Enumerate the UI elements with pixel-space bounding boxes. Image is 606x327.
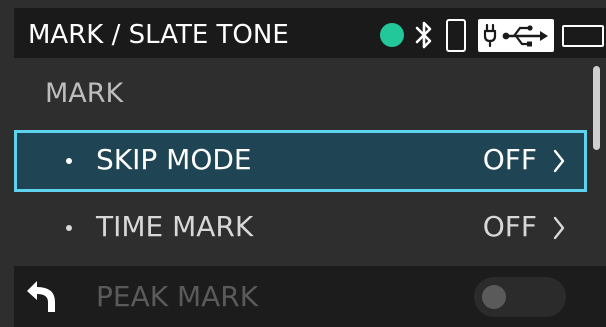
- phone-icon: [446, 19, 466, 52]
- menu-item-skip-mode[interactable]: SKIP MODE OFF: [14, 130, 587, 192]
- menu-item-label: SKIP MODE: [96, 143, 252, 176]
- chevron-right-icon: [553, 149, 565, 173]
- menu-item-value: OFF: [482, 210, 537, 243]
- bullet-icon: [66, 225, 72, 231]
- menu-item-label: PEAK MARK: [96, 280, 259, 313]
- menu-item-time-mark[interactable]: TIME MARK OFF: [14, 197, 587, 259]
- page-title: MARK / SLATE TONE: [28, 20, 289, 50]
- toggle-knob: [482, 285, 506, 309]
- section-label: MARK: [45, 78, 124, 109]
- section-header-mark: MARK: [14, 64, 587, 126]
- battery-icon: [562, 25, 604, 47]
- device-screen: MARK / SLATE TONE MARK SKIP MODE OFF TIM…: [0, 0, 606, 327]
- header-bar: MARK / SLATE TONE: [14, 8, 606, 58]
- menu-item-value: OFF: [482, 143, 537, 176]
- menu-item-peak-mark[interactable]: PEAK MARK: [14, 266, 606, 327]
- scrollbar-thumb[interactable]: [593, 66, 600, 150]
- back-arrow-icon[interactable]: [24, 278, 60, 314]
- bullet-icon: [66, 158, 72, 164]
- scrollbar[interactable]: [593, 60, 602, 266]
- peak-mark-toggle[interactable]: [474, 277, 566, 317]
- usb-power-icon: [478, 19, 554, 52]
- chevron-right-icon: [553, 216, 565, 240]
- record-status-dot-icon: [380, 23, 404, 47]
- bluetooth-icon: [415, 21, 432, 49]
- menu-item-label: TIME MARK: [96, 210, 254, 243]
